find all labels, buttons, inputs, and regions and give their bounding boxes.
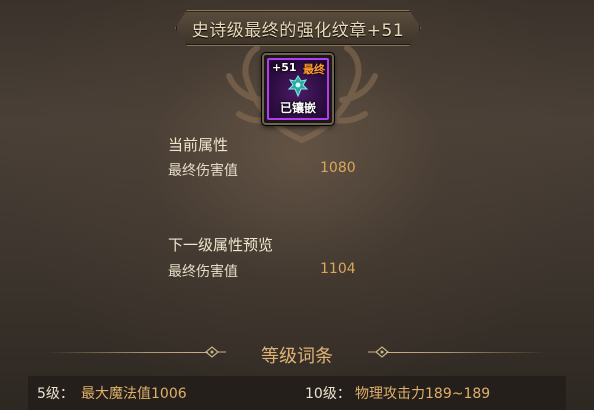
diamond-ornament-icon — [205, 346, 226, 358]
divider-right — [386, 352, 546, 353]
item-icon: +51 最终 已镶嵌 — [267, 58, 329, 120]
level-entry-label: 10级： — [305, 386, 351, 402]
level-entry-value: 物理攻击力189~189 — [355, 386, 491, 402]
next-level-preview-heading: 下一级属性预览 — [168, 236, 274, 254]
level-entry-value: 最大魔法值1006 — [81, 386, 187, 402]
embedded-status-label: 已镶嵌 — [279, 101, 316, 115]
item-title: 史诗级最终的强化纹章+51 — [191, 20, 405, 41]
next-attr-value: 1104 — [320, 261, 356, 277]
enhance-level-label: +51 — [272, 61, 297, 74]
title-plate: 史诗级最终的强化纹章+51 — [175, 10, 421, 46]
divider-left — [48, 352, 208, 353]
current-attr-name: 最终伤害值 — [168, 163, 238, 179]
current-attributes-heading: 当前属性 — [168, 136, 229, 154]
level-entries-bar: 5级： 最大魔法值1006 10级： 物理攻击力189~189 — [28, 376, 566, 410]
enchant-tooltip-panel: 史诗级最终的强化纹章+51 +51 最终 已镶嵌 当前属性 最终伤害值 1080… — [0, 0, 594, 410]
item-icon-slot[interactable]: +51 最终 已镶嵌 — [262, 53, 334, 125]
level-entry-label: 5级： — [37, 386, 74, 402]
crest-icon — [287, 75, 309, 98]
next-attr-name: 最终伤害值 — [168, 264, 238, 280]
current-attr-value: 1080 — [320, 160, 356, 176]
level-entries-heading: 等级词条 — [261, 346, 333, 367]
